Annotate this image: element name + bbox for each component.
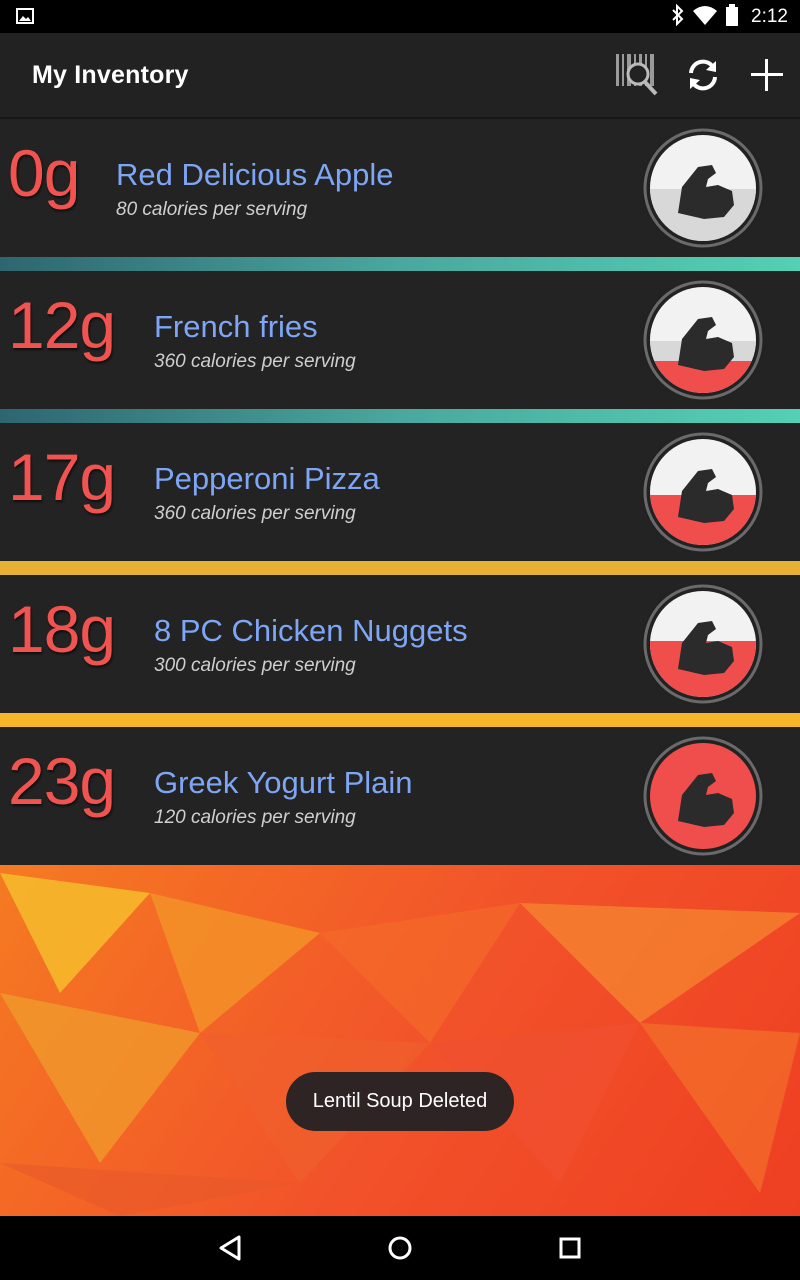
list-item[interactable]: 18g 8 PC Chicken Nuggets 300 calories pe… <box>0 575 800 713</box>
navigation-bar <box>0 1216 800 1280</box>
protein-amount: 18g <box>8 592 116 666</box>
item-name: Greek Yogurt Plain <box>154 765 413 800</box>
protein-amount: 12g <box>8 288 116 362</box>
protein-badge <box>640 429 766 555</box>
item-name: Pepperoni Pizza <box>154 461 380 496</box>
action-bar: My Inventory <box>0 33 800 119</box>
add-icon[interactable] <box>743 51 791 99</box>
item-name: Red Delicious Apple <box>116 157 394 192</box>
battery-icon <box>725 3 739 31</box>
protein-amount: 23g <box>8 744 116 818</box>
image-notification-icon <box>16 8 34 24</box>
toast-message: Lentil Soup Deleted <box>286 1072 514 1131</box>
item-calories: 300 calories per serving <box>154 655 356 676</box>
protein-badge <box>640 733 766 859</box>
list-item[interactable]: 17g Pepperoni Pizza 360 calories per ser… <box>0 423 800 561</box>
item-name: French fries <box>154 309 318 344</box>
status-bar: 2:12 <box>0 0 800 33</box>
recents-icon[interactable] <box>546 1230 594 1266</box>
item-calories: 120 calories per serving <box>154 807 356 828</box>
status-time: 2:12 <box>751 6 788 27</box>
protein-amount: 0g <box>8 136 80 210</box>
back-icon[interactable] <box>207 1230 255 1266</box>
list-item[interactable]: 0g Red Delicious Apple 80 calories per s… <box>0 119 800 257</box>
bluetooth-icon <box>671 3 685 31</box>
item-calories: 360 calories per serving <box>154 503 356 524</box>
item-name: 8 PC Chicken Nuggets <box>154 613 468 648</box>
protein-badge <box>640 581 766 707</box>
item-calories: 360 calories per serving <box>154 351 356 372</box>
list-item[interactable]: 23g Greek Yogurt Plain 120 calories per … <box>0 727 800 865</box>
wifi-icon <box>693 5 718 30</box>
page-title: My Inventory <box>32 61 189 89</box>
protein-amount: 17g <box>8 440 116 514</box>
item-calories: 80 calories per serving <box>116 199 308 220</box>
home-icon[interactable] <box>376 1230 424 1266</box>
list-item[interactable]: 12g French fries 360 calories per servin… <box>0 271 800 409</box>
refresh-icon[interactable] <box>679 51 727 99</box>
protein-badge <box>640 277 766 403</box>
protein-badge <box>640 125 766 251</box>
barcode-search-icon[interactable] <box>612 51 660 99</box>
